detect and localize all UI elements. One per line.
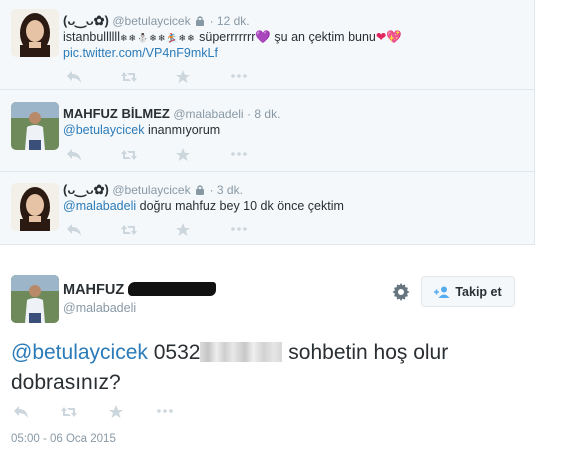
blurred-phone-number	[200, 342, 283, 362]
favorite-icon[interactable]	[176, 223, 231, 237]
tweet-timestamp[interactable]: 05:00 - 06 Oca 2015	[11, 433, 116, 445]
favorite-icon[interactable]	[109, 405, 157, 419]
main-user-handle[interactable]: @malabadeli	[63, 301, 136, 315]
mention-link[interactable]: @betulaycicek	[11, 341, 148, 364]
tweet-time[interactable]: · 12 dk.	[210, 14, 250, 28]
tweet-text: istanbullllll❄❄⛄❄❄🏂❄❄ süperrrrrrr💜 şu an…	[63, 30, 402, 44]
tweet-header: (ᴗ‿ᴗ✿) @betulaycicek · 3 dk.	[63, 182, 243, 198]
user-handle[interactable]: @betulaycicek	[112, 183, 190, 197]
avatar-girl-image	[11, 183, 59, 231]
more-icon[interactable]	[231, 70, 286, 84]
main-tweet-text: @betulaycicek 0532 sohbetin hoş olur dob…	[11, 341, 449, 394]
retweet-icon[interactable]	[121, 70, 176, 84]
more-icon[interactable]	[231, 148, 286, 162]
reply-tweet[interactable]: (ᴗ‿ᴗ✿) @betulaycicek · 12 dk. istanbulll…	[0, 0, 535, 90]
retweet-icon[interactable]	[121, 223, 176, 237]
user-name[interactable]: (ᴗ‿ᴗ✿)	[63, 13, 109, 28]
reply-icon[interactable]	[66, 70, 121, 84]
snow-emoji-row: ❄❄⛄❄❄🏂❄❄	[119, 33, 196, 43]
lock-icon	[196, 185, 205, 195]
redaction-mark	[128, 282, 217, 296]
tweet-time[interactable]: · 8 dk.	[247, 107, 280, 121]
user-name[interactable]: MAHFUZ BİLMEZ	[63, 106, 170, 121]
avatar[interactable]	[11, 275, 59, 323]
mention-link[interactable]: @betulaycicek	[63, 123, 144, 137]
avatar-girl-image	[11, 9, 59, 57]
tweet-actions	[66, 223, 286, 237]
tweet-text: @betulaycicek inanmıyorum	[63, 123, 221, 137]
reply-tweet[interactable]: (ᴗ‿ᴗ✿) @betulaycicek · 3 dk. @malabadeli…	[0, 172, 535, 245]
follow-button[interactable]: Takip et	[421, 276, 515, 307]
reply-tweet[interactable]: MAHFUZ BİLMEZ @malabadeli · 8 dk. @betul…	[0, 90, 535, 172]
more-icon[interactable]	[157, 405, 205, 419]
follow-person-icon	[434, 286, 450, 298]
favorite-icon[interactable]	[176, 148, 231, 162]
avatar-man-image	[11, 102, 59, 150]
mention-link[interactable]: @malabadeli	[63, 199, 136, 213]
avatar[interactable]	[11, 102, 59, 150]
tweet-text: @malabadeli doğru mahfuz bey 10 dk önce …	[63, 199, 344, 213]
user-handle[interactable]: @betulaycicek	[112, 14, 190, 28]
tweet-header: MAHFUZ BİLMEZ @malabadeli · 8 dk.	[63, 106, 280, 121]
gear-icon[interactable]	[392, 283, 410, 301]
lock-icon	[196, 16, 205, 26]
tweet-actions	[66, 70, 286, 84]
user-handle[interactable]: @malabadeli	[173, 107, 243, 121]
tweet-header: (ᴗ‿ᴗ✿) @betulaycicek · 12 dk.	[63, 13, 250, 29]
retweet-icon[interactable]	[61, 405, 109, 419]
avatar[interactable]	[11, 183, 59, 231]
tweet-actions	[13, 405, 205, 419]
conversation-thread: (ᴗ‿ᴗ✿) @betulaycicek · 12 dk. istanbulll…	[0, 0, 535, 245]
avatar-man-image	[11, 275, 59, 323]
tweet-time[interactable]: · 3 dk.	[210, 183, 243, 197]
avatar[interactable]	[11, 9, 59, 57]
more-icon[interactable]	[231, 223, 286, 237]
main-user-name[interactable]: MAHFUZ	[63, 282, 217, 298]
heart-emoji: ❤💖	[375, 30, 402, 44]
user-name[interactable]: (ᴗ‿ᴗ✿)	[63, 182, 109, 197]
retweet-icon[interactable]	[121, 148, 176, 162]
reply-icon[interactable]	[13, 405, 61, 419]
reply-icon[interactable]	[66, 223, 121, 237]
purple-heart-emoji: 💜	[255, 30, 271, 44]
favorite-icon[interactable]	[176, 70, 231, 84]
tweet-link[interactable]: pic.twitter.com/VP4nF9mkLf	[63, 46, 218, 60]
tweet-actions	[66, 148, 286, 162]
reply-icon[interactable]	[66, 148, 121, 162]
